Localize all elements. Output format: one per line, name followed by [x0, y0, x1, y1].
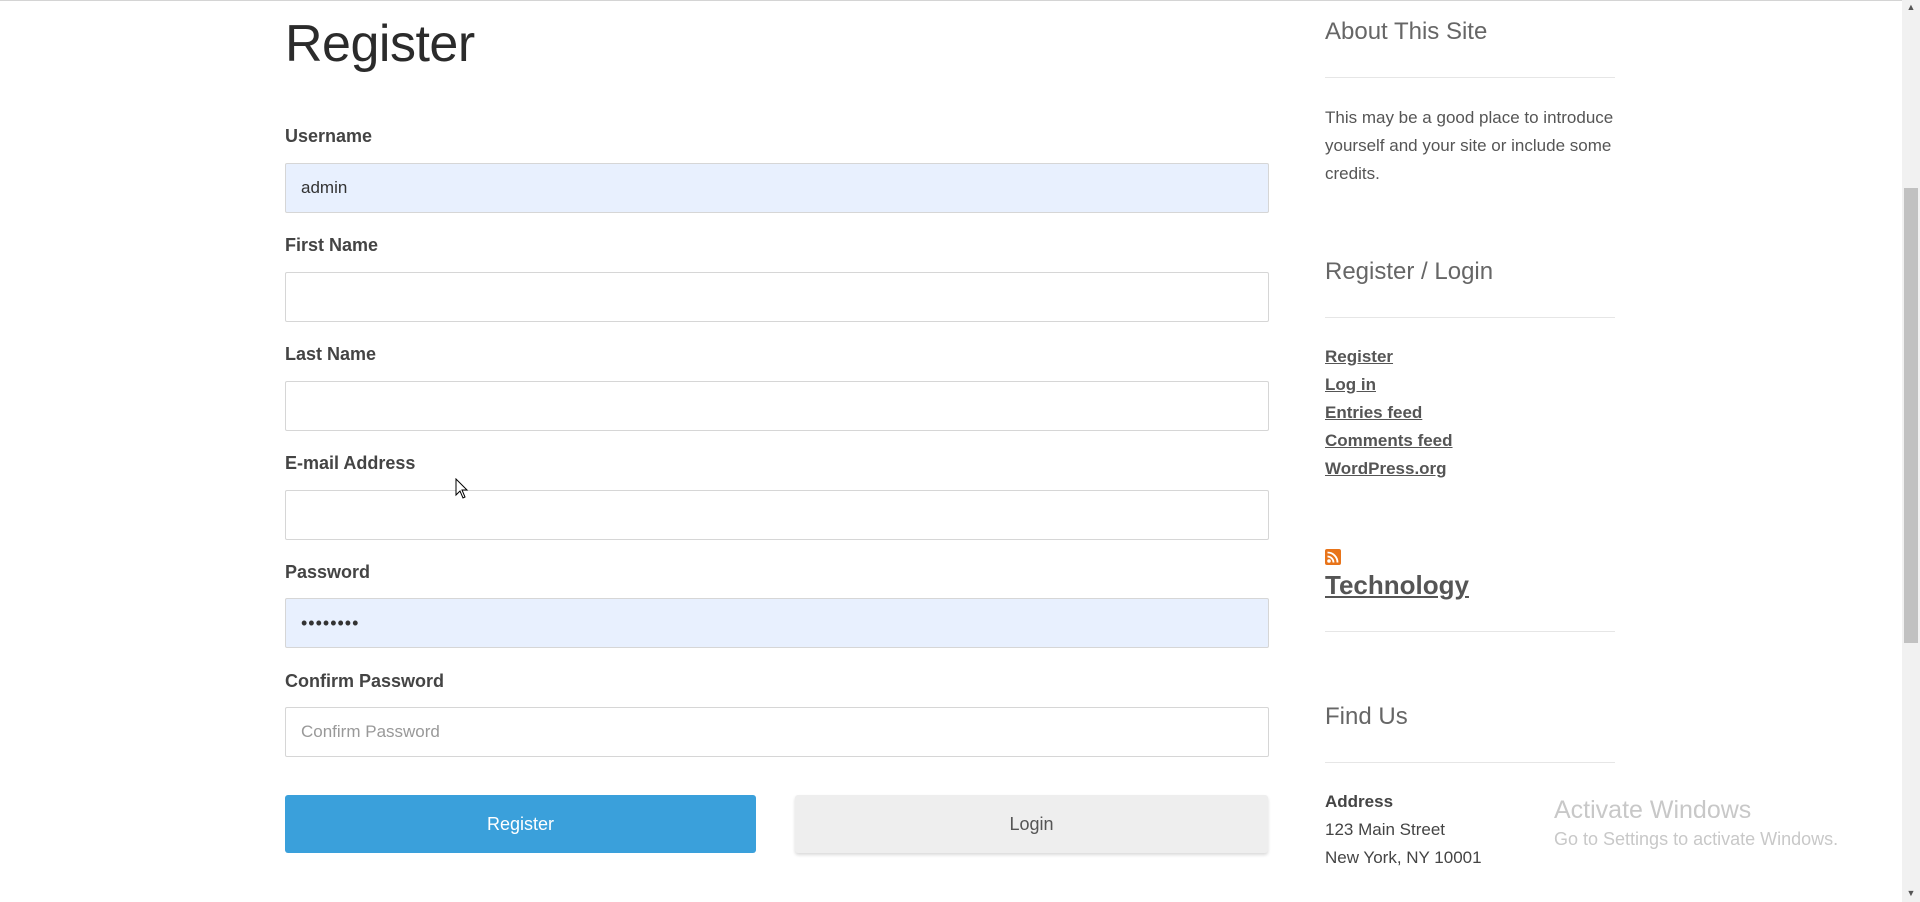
sidebar-link-register[interactable]: Register — [1325, 347, 1393, 367]
vertical-scrollbar[interactable]: ▲ ▼ — [1902, 0, 1920, 902]
confirm-password-input[interactable] — [285, 707, 1269, 757]
mouse-cursor-icon — [455, 477, 469, 505]
register-button[interactable]: Register — [285, 795, 756, 853]
find-us-widget-title: Find Us — [1325, 703, 1408, 730]
about-widget-title: About This Site — [1325, 18, 1488, 45]
address-line-2: New York, NY 10001 — [1325, 848, 1482, 867]
sidebar-link-log-in[interactable]: Log in — [1325, 375, 1376, 395]
address-line-1: 123 Main Street — [1325, 820, 1446, 839]
email-input[interactable] — [285, 490, 1269, 540]
watermark-title: Activate Windows — [1554, 796, 1752, 824]
address-label: Address — [1325, 792, 1394, 811]
first-name-label: First Name — [285, 235, 379, 255]
last-name-label: Last Name — [285, 344, 377, 364]
rss-icon[interactable] — [1325, 549, 1341, 565]
register-login-widget-title: Register / Login — [1325, 258, 1494, 285]
technology-feed-link[interactable]: Technology — [1325, 570, 1469, 601]
widget-divider — [1325, 77, 1615, 78]
top-border — [0, 0, 1902, 1]
email-label: E-mail Address — [285, 453, 416, 473]
username-input[interactable] — [285, 163, 1269, 213]
password-label: Password — [285, 562, 371, 582]
activate-windows-watermark: Activate Windows Go to Settings to activ… — [1554, 796, 1838, 850]
sidebar-link-comments-feed[interactable]: Comments feed — [1325, 431, 1453, 451]
watermark-subtitle: Go to Settings to activate Windows. — [1554, 829, 1839, 849]
sidebar-link-entries-feed[interactable]: Entries feed — [1325, 403, 1422, 423]
last-name-input[interactable] — [285, 381, 1269, 431]
confirm-password-label: Confirm Password — [285, 671, 445, 691]
scroll-up-arrow-icon[interactable]: ▲ — [1902, 0, 1920, 14]
sidebar-link-wordpress-org[interactable]: WordPress.org — [1325, 459, 1447, 479]
username-label: Username — [285, 126, 373, 146]
page: Register Username First Name Last Name E… — [0, 0, 1920, 902]
page-title: Register — [285, 15, 475, 73]
widget-divider — [1325, 631, 1615, 632]
widget-divider — [1325, 762, 1615, 763]
password-input[interactable] — [285, 598, 1269, 648]
scrollbar-thumb[interactable] — [1904, 188, 1918, 643]
widget-divider — [1325, 317, 1615, 318]
scroll-down-arrow-icon[interactable]: ▼ — [1902, 886, 1920, 900]
login-button[interactable]: Login — [795, 795, 1268, 853]
first-name-input[interactable] — [285, 272, 1269, 322]
about-widget-text: This may be a good place to introduce yo… — [1325, 108, 1614, 183]
